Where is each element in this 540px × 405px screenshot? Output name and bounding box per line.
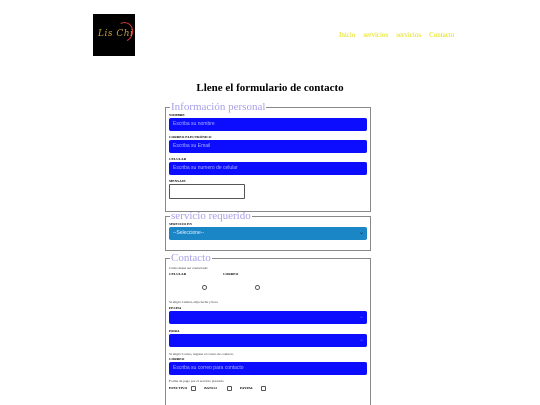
- calendar-chevron-icon: ⌄: [358, 314, 364, 320]
- logo-text: Lis Chi V: [98, 29, 135, 39]
- page-title: Llene el formulario de contacto: [196, 82, 344, 94]
- pay-cash-label: EFECTIVO: [169, 386, 188, 390]
- message-textarea[interactable]: [169, 184, 245, 199]
- pay-bank-label: BANCO: [204, 386, 217, 390]
- pay-paypal-checkbox[interactable]: [261, 386, 267, 391]
- payment-row: EFECTIVO BANCO PAYPAL: [169, 386, 367, 391]
- contact-legend: Contacto: [171, 252, 211, 264]
- brand-logo[interactable]: Lis Chi V: [93, 14, 135, 56]
- personal-info-fieldset: Información personal NOMBRE Escriba su n…: [165, 102, 371, 212]
- date-input[interactable]: ⌄: [169, 311, 367, 324]
- pay-bank-checkbox[interactable]: [226, 386, 232, 391]
- contact-option-mail: CORREO: [223, 272, 260, 295]
- name-input[interactable]: Escriba su nombre: [169, 118, 367, 131]
- top-nav: Inicio servicios servicios Contacto: [339, 31, 454, 39]
- service-legend: servicio requerido: [171, 210, 251, 222]
- cel-radio[interactable]: [202, 285, 207, 290]
- personal-info-legend: Información personal: [171, 101, 266, 113]
- pay-note: Forma de pago por el servicio prestado: [169, 379, 224, 383]
- clock-chevron-icon: ⌄: [358, 337, 364, 343]
- service-fieldset: servicio requerido SERVICIO EN --Selecci…: [165, 211, 371, 251]
- service-selected: --Seleccione--: [173, 230, 205, 236]
- nav-link-servicios-2[interactable]: servicios: [396, 31, 421, 39]
- mail-radio[interactable]: [255, 285, 260, 290]
- contact-mail-input[interactable]: Escriba su correo para contacto: [169, 362, 367, 375]
- chevron-down-icon: ⌄: [358, 230, 364, 236]
- nav-link-servicios[interactable]: servicios: [363, 31, 388, 39]
- cel-note: Si eligió Celular, elija fecha y hora: [169, 300, 218, 304]
- phone-input[interactable]: Escriba su numero de celular: [169, 162, 367, 175]
- service-select[interactable]: --Seleccione-- ⌄: [169, 227, 367, 240]
- nav-link-contacto[interactable]: Contacto: [429, 31, 454, 39]
- email-input[interactable]: Escriba su Email: [169, 140, 367, 153]
- contact-method-row: CELULAR CORREO: [169, 272, 367, 295]
- mail-option-label: CORREO: [223, 272, 239, 276]
- contact-fieldset: Contacto Cómo desea ser contactado: CELU…: [165, 253, 371, 405]
- nav-link-inicio[interactable]: Inicio: [339, 31, 355, 39]
- pay-cash-checkbox[interactable]: [191, 386, 197, 391]
- cel-option-label: CELULAR: [169, 272, 187, 276]
- time-input[interactable]: ⌄: [169, 334, 367, 347]
- contact-option-cel: CELULAR: [169, 272, 223, 295]
- contact-how-note: Cómo desea ser contactado:: [169, 266, 209, 270]
- pay-paypal-label: PAYPAL: [239, 386, 254, 390]
